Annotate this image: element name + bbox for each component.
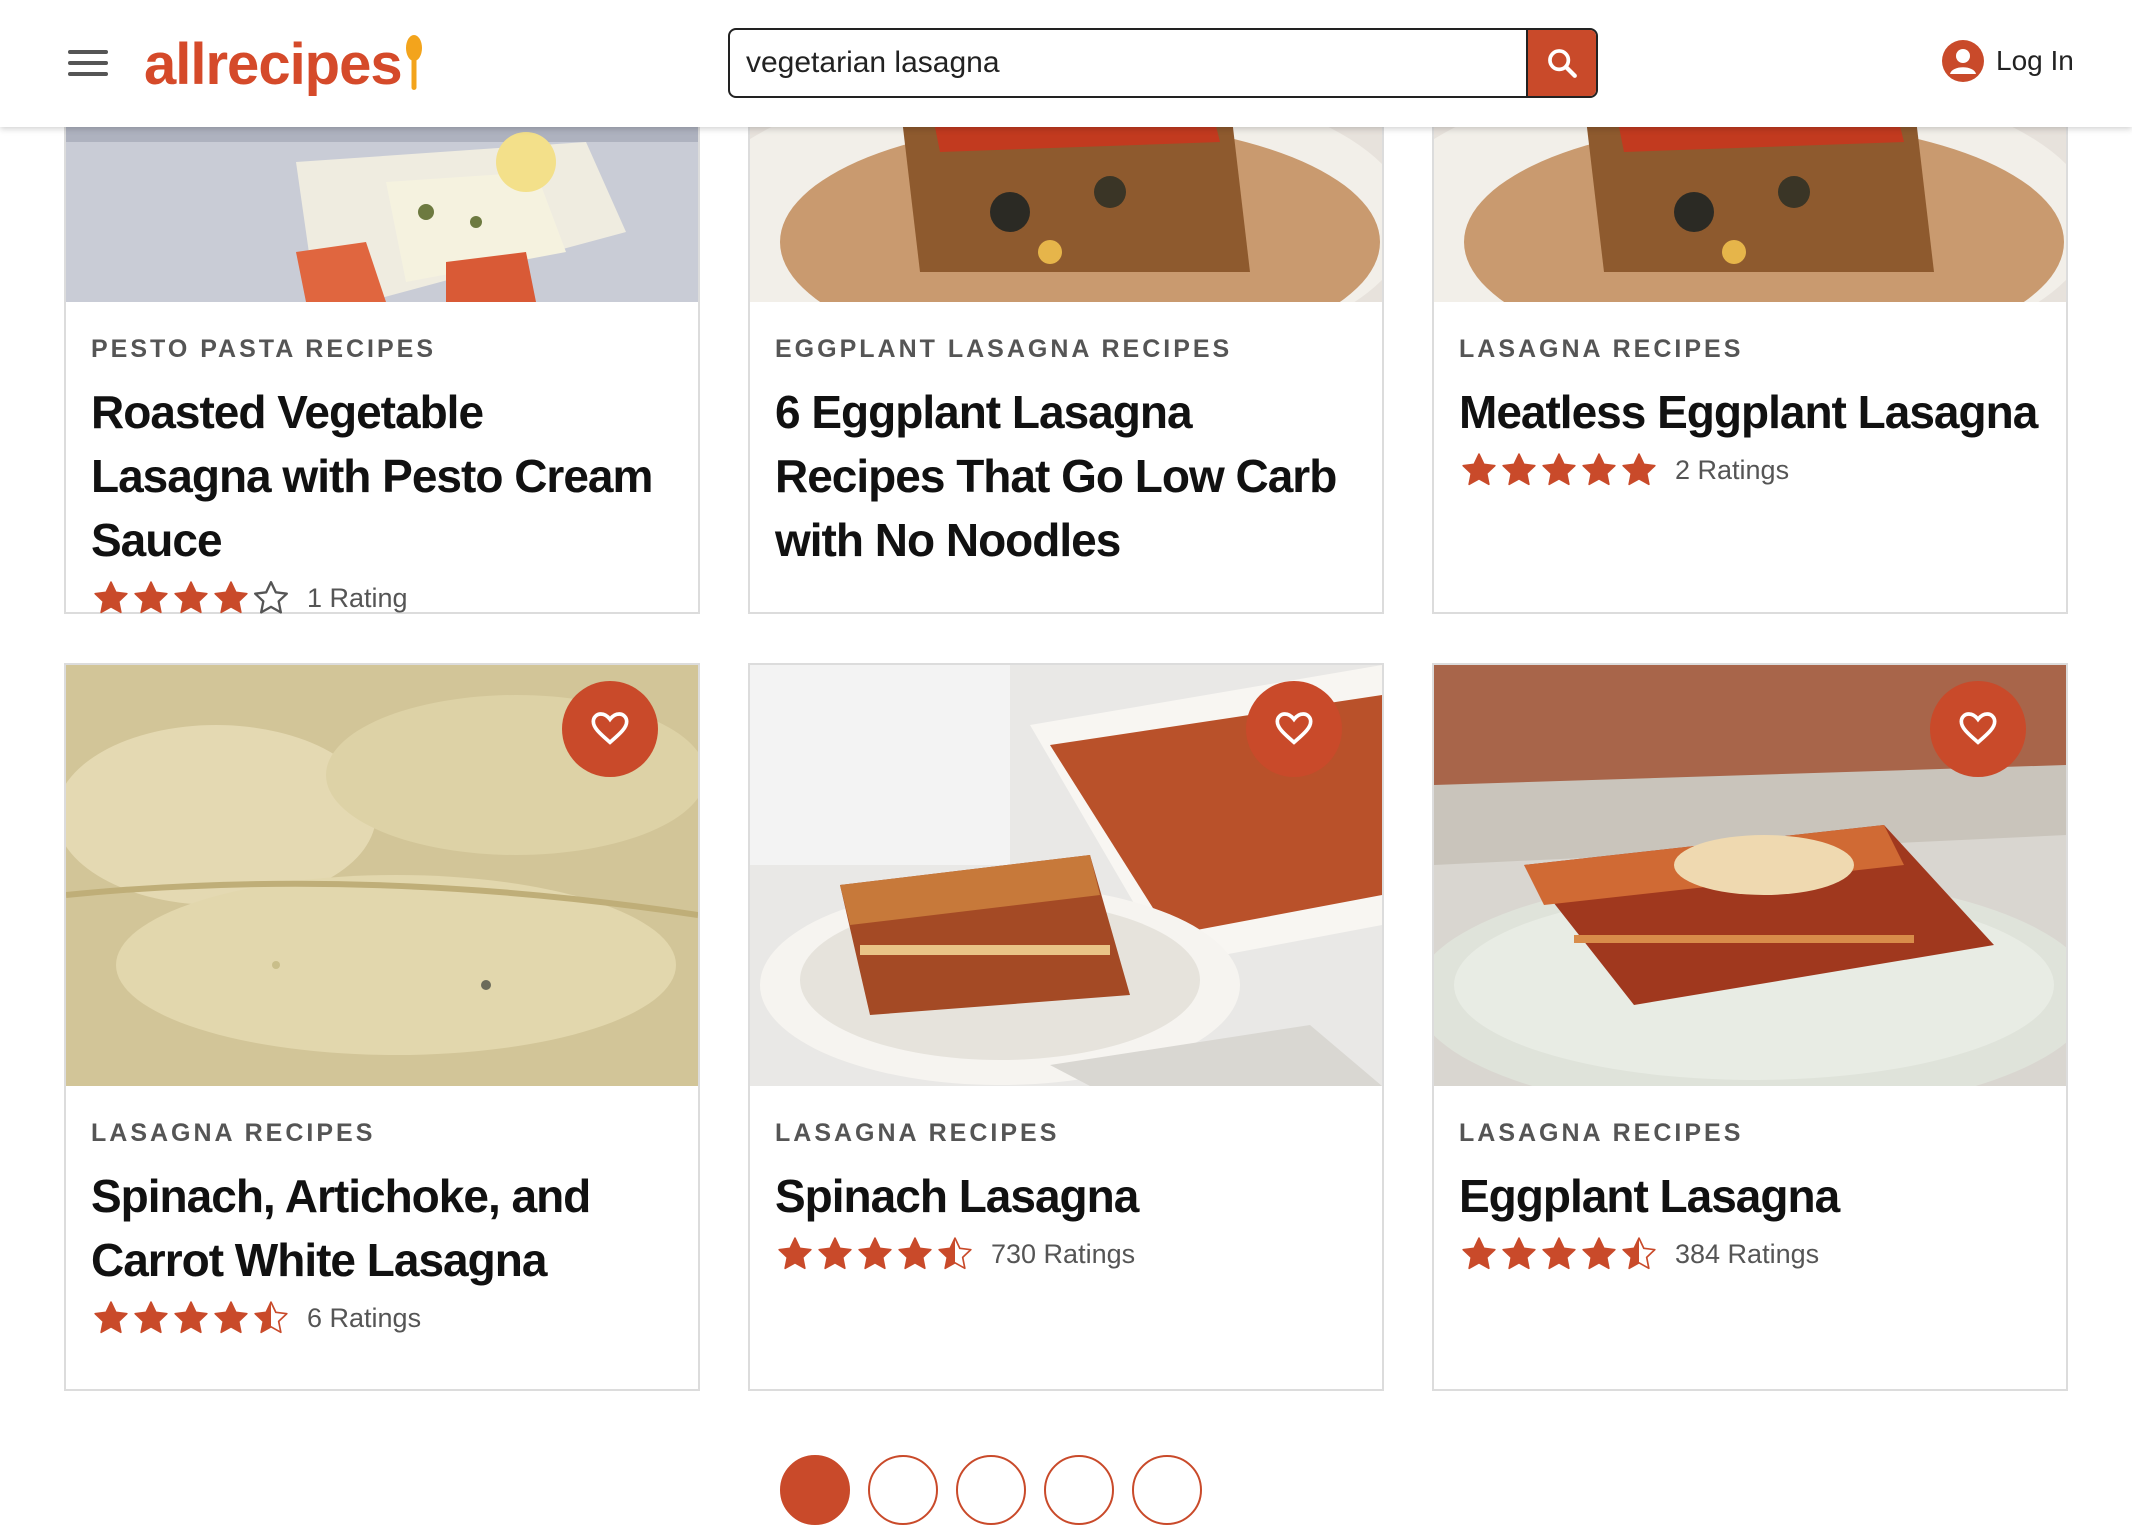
card-category[interactable]: LASAGNA RECIPES [775,1118,1357,1148]
card-body: PESTO PASTA RECIPES Roasted Vegetable La… [66,334,698,618]
star-rating [1459,450,1659,490]
star-full-icon [174,581,208,614]
user-account-icon [1942,40,1984,82]
heart-icon [1959,712,1997,745]
star-full-icon [214,1301,248,1334]
card-body: LASAGNA RECIPES Spinach Lasagna 730 Rati… [750,1118,1382,1274]
spoon-icon [405,35,422,90]
recipe-card[interactable]: EGGPLANT LASAGNA RECIPES 6 Eggplant Lasa… [748,100,1384,614]
page-button-2[interactable] [868,1455,938,1525]
card-body: LASAGNA RECIPES Spinach, Artichoke, and … [66,1118,698,1338]
recipe-image[interactable] [1434,665,2066,1086]
rating-count: 2 Ratings [1675,454,1790,485]
rating-count: 6 Ratings [307,1302,422,1333]
card-title[interactable]: Meatless Eggplant Lasagna [1459,380,2041,444]
star-full-icon [94,581,128,614]
star-full-icon [1582,1237,1616,1270]
rating-row: 6 Ratings [91,1298,673,1338]
star-full-icon [1582,453,1616,486]
recipe-image[interactable] [66,665,698,1086]
rating-row: 2 Ratings [1459,450,2041,490]
rating-count: 1 Rating [307,582,408,613]
heart-icon [591,712,629,745]
recipe-card[interactable]: PESTO PASTA RECIPES Roasted Vegetable La… [64,100,700,614]
star-full-icon [1462,453,1496,486]
card-category[interactable]: PESTO PASTA RECIPES [91,334,673,364]
search-icon [1548,49,1577,78]
card-title[interactable]: 6 Eggplant Lasagna Recipes That Go Low C… [775,380,1357,572]
search-bar [728,28,1598,98]
save-recipe-button[interactable] [1246,681,1342,777]
star-full-icon [1502,453,1536,486]
card-category[interactable]: LASAGNA RECIPES [1459,334,2041,364]
recipe-card[interactable]: LASAGNA RECIPES Spinach Lasagna 730 Rati… [748,663,1384,1391]
star-rating [1459,1234,1659,1274]
star-full-icon [898,1237,932,1270]
star-full-icon [778,1237,812,1270]
page-button-1[interactable] [780,1455,850,1525]
star-full-icon [174,1301,208,1334]
star-full-icon [1502,1237,1536,1270]
page-button-3[interactable] [956,1455,1026,1525]
search-button[interactable] [1526,30,1596,96]
card-title[interactable]: Eggplant Lasagna [1459,1164,2041,1228]
star-half-icon [938,1237,972,1270]
star-full-icon [1542,453,1576,486]
login-label: Log In [1996,45,2074,76]
rating-row: 730 Ratings [775,1234,1357,1274]
heart-icon [1275,712,1313,745]
recipe-card[interactable]: LASAGNA RECIPES Meatless Eggplant Lasagn… [1432,100,2068,614]
search-input[interactable] [730,30,1526,96]
card-body: LASAGNA RECIPES Meatless Eggplant Lasagn… [1434,334,2066,490]
save-recipe-button[interactable] [1930,681,2026,777]
card-body: EGGPLANT LASAGNA RECIPES 6 Eggplant Lasa… [750,334,1382,572]
star-full-icon [1462,1237,1496,1270]
page-button-4[interactable] [1044,1455,1114,1525]
star-full-icon [1622,453,1656,486]
recipe-card[interactable]: LASAGNA RECIPES Spinach, Artichoke, and … [64,663,700,1391]
star-full-icon [134,581,168,614]
menu-icon[interactable] [68,48,108,78]
recipe-image[interactable] [1434,102,2066,302]
star-full-icon [214,581,248,614]
rating-row: 1 Rating [91,578,673,618]
star-half-icon [254,1301,288,1334]
star-full-icon [858,1237,892,1270]
star-full-icon [94,1301,128,1334]
recipe-card[interactable]: LASAGNA RECIPES Eggplant Lasagna 384 Rat… [1432,663,2068,1391]
page-button-5[interactable] [1132,1455,1202,1525]
pagination [780,1455,1202,1525]
card-title[interactable]: Roasted Vegetable Lasagna with Pesto Cre… [91,380,673,572]
logo-text: allrecipes [144,32,403,97]
recipe-image[interactable] [750,102,1382,302]
allrecipes-logo[interactable]: allrecipes [144,30,424,100]
card-category[interactable]: EGGPLANT LASAGNA RECIPES [775,334,1357,364]
card-title[interactable]: Spinach, Artichoke, and Carrot White Las… [91,1164,673,1292]
card-body: LASAGNA RECIPES Eggplant Lasagna 384 Rat… [1434,1118,2066,1274]
card-category[interactable]: LASAGNA RECIPES [1459,1118,2041,1148]
star-rating [775,1234,975,1274]
save-recipe-button[interactable] [562,681,658,777]
site-header: allrecipes Log In [0,0,2132,127]
star-half-icon [1622,1237,1656,1270]
recipe-image[interactable] [750,665,1382,1086]
card-title[interactable]: Spinach Lasagna [775,1164,1357,1228]
rating-row: 384 Ratings [1459,1234,2041,1274]
star-full-icon [134,1301,168,1334]
card-category[interactable]: LASAGNA RECIPES [91,1118,673,1148]
star-full-icon [1542,1237,1576,1270]
login-button[interactable]: Log In [1942,40,2074,82]
star-rating [91,1298,291,1338]
star-full-icon [818,1237,852,1270]
star-empty-icon [254,581,288,614]
star-rating [91,578,291,618]
rating-count: 730 Ratings [991,1238,1136,1269]
rating-count: 384 Ratings [1675,1238,1820,1269]
recipe-image[interactable] [66,102,698,302]
